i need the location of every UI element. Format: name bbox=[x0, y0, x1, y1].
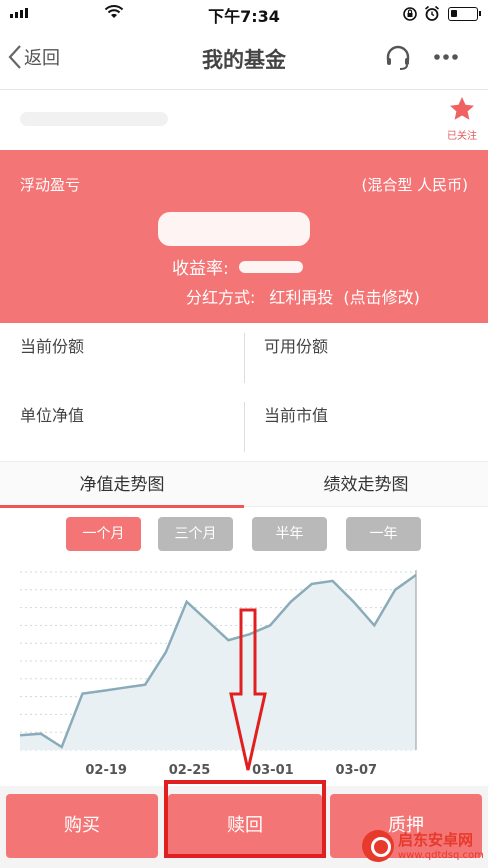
available-shares-redacted bbox=[264, 363, 324, 369]
watermark-url: www.qdtdsq.com bbox=[398, 850, 484, 861]
chart-tabs: 净值走势图 绩效走势图 bbox=[0, 461, 488, 508]
star-icon bbox=[450, 97, 474, 120]
x-tick-label: 03-01 bbox=[252, 763, 294, 778]
market-value-cell: 当前市值 bbox=[244, 392, 488, 461]
buy-button[interactable]: 购买 bbox=[6, 794, 158, 858]
unit-nav-cell: 单位净值 bbox=[0, 392, 244, 461]
chart-area-fill bbox=[20, 575, 416, 750]
fund-header: 已关注 bbox=[0, 90, 488, 150]
current-shares-redacted bbox=[20, 363, 80, 369]
current-shares-label: 当前份额 bbox=[20, 337, 85, 356]
dividend-edit-hint: (点击修改) bbox=[343, 288, 420, 307]
watermark-title: 启东安卓网 bbox=[398, 831, 474, 849]
x-tick-label: 02-25 bbox=[169, 763, 211, 778]
yield-value-redacted bbox=[238, 260, 303, 273]
site-watermark: 启东安卓网 www.qdtdsq.com bbox=[358, 826, 488, 868]
range-selector: 一个月 三个月 半年 一年 bbox=[0, 517, 488, 553]
yield-row: 收益率: bbox=[172, 254, 303, 279]
dividend-value: 红利再投 bbox=[269, 288, 334, 307]
pnl-amount-redacted bbox=[158, 212, 310, 246]
market-value-label: 当前市值 bbox=[264, 406, 329, 425]
dividend-label: 分红方式: bbox=[186, 288, 256, 307]
follow-label: 已关注 bbox=[447, 131, 477, 142]
tab-performance-trend[interactable]: 绩效走势图 bbox=[244, 462, 488, 508]
floating-pnl-label: 浮动盈亏 bbox=[20, 176, 81, 194]
unit-nav-label: 单位净值 bbox=[20, 406, 85, 425]
divider bbox=[244, 402, 245, 452]
battery-icon bbox=[448, 7, 481, 21]
dividend-method-row[interactable]: 分红方式: 红利再投 (点击修改) bbox=[186, 284, 420, 308]
nav-bar: 返回 我的基金 bbox=[0, 28, 488, 90]
fund-type: (混合型 人民币) bbox=[361, 176, 468, 194]
tab-nav-trend[interactable]: 净值走势图 bbox=[0, 462, 244, 508]
headset-icon[interactable] bbox=[384, 44, 412, 72]
range-1-year-button[interactable]: 一年 bbox=[346, 517, 421, 551]
x-tick-label: 03-07 bbox=[335, 763, 377, 778]
holding-info: 当前份额 可用份额 单位净值 当前市值 bbox=[0, 323, 488, 461]
available-shares-label: 可用份额 bbox=[264, 337, 329, 356]
range-3-months-button[interactable]: 三个月 bbox=[158, 517, 233, 551]
redeem-button[interactable]: 赎回 bbox=[168, 794, 322, 858]
profit-panel: 浮动盈亏 (混合型 人民币) 收益率: 分红方式: 红利再投 (点击修改) bbox=[0, 150, 488, 323]
range-half-year-button[interactable]: 半年 bbox=[252, 517, 327, 551]
current-shares-cell: 当前份额 bbox=[0, 323, 244, 392]
unit-nav-redacted bbox=[20, 432, 80, 438]
follow-button[interactable]: 已关注 bbox=[442, 96, 482, 142]
nav-trend-chart: 02-19 02-25 03-01 03-07 bbox=[0, 560, 488, 784]
page-title: 我的基金 bbox=[202, 48, 286, 72]
range-1-month-button[interactable]: 一个月 bbox=[66, 517, 141, 551]
chart-svg: 02-19 02-25 03-01 03-07 bbox=[19, 570, 417, 778]
more-icon[interactable] bbox=[432, 46, 460, 68]
watermark-logo-icon bbox=[362, 830, 394, 862]
fund-name-redacted bbox=[20, 112, 168, 126]
available-shares-cell: 可用份额 bbox=[244, 323, 488, 392]
x-tick-label: 02-19 bbox=[85, 763, 127, 778]
market-value-redacted bbox=[264, 432, 324, 438]
status-bar: 下午7:34 bbox=[0, 0, 488, 28]
divider bbox=[244, 333, 245, 383]
rotation-lock-icon bbox=[403, 7, 417, 21]
yield-label: 收益率: bbox=[172, 259, 229, 279]
alarm-icon bbox=[424, 5, 440, 21]
